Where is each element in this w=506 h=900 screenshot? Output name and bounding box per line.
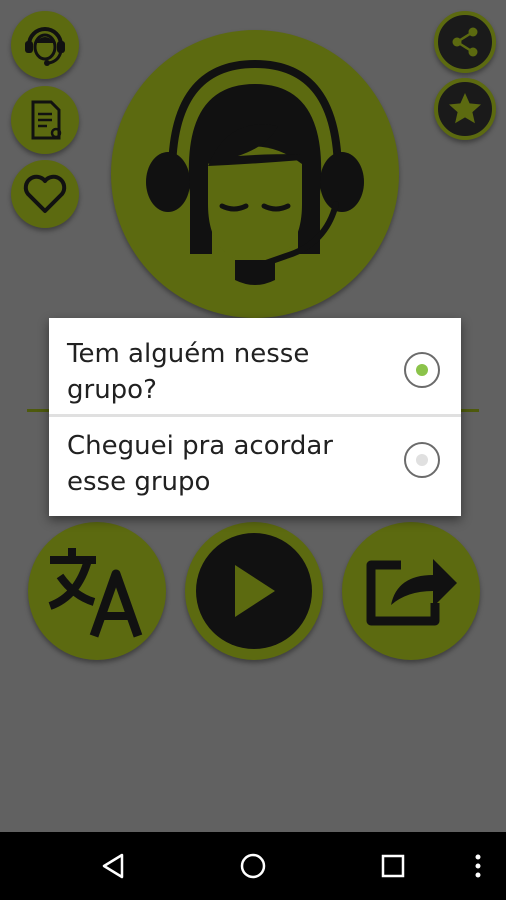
- home-icon: [240, 853, 266, 879]
- app-screen: Tem alguém nesse grupo? Cheguei pra acor…: [0, 0, 506, 832]
- system-nav-bar: [0, 832, 506, 900]
- option-divider: [49, 414, 461, 417]
- nav-recents-button[interactable]: [358, 832, 428, 900]
- radio-dot: [416, 364, 428, 376]
- nav-more-button[interactable]: [462, 832, 494, 900]
- more-icon: [475, 854, 481, 878]
- sound-choice-dialog: Tem alguém nesse grupo? Cheguei pra acor…: [49, 318, 461, 516]
- option-item-1[interactable]: Tem alguém nesse grupo?: [49, 322, 461, 414]
- recents-icon: [381, 854, 405, 878]
- radio-dot: [416, 454, 428, 466]
- option-item-2[interactable]: Cheguei pra acordar esse grupo: [49, 418, 461, 510]
- option-label: Tem alguém nesse grupo?: [67, 339, 310, 405]
- option-label: Cheguei pra acordar esse grupo: [67, 431, 333, 497]
- nav-back-button[interactable]: [78, 832, 148, 900]
- radio-button-selected[interactable]: [404, 352, 440, 388]
- radio-button[interactable]: [404, 442, 440, 478]
- back-icon: [102, 853, 124, 879]
- nav-home-button[interactable]: [218, 832, 288, 900]
